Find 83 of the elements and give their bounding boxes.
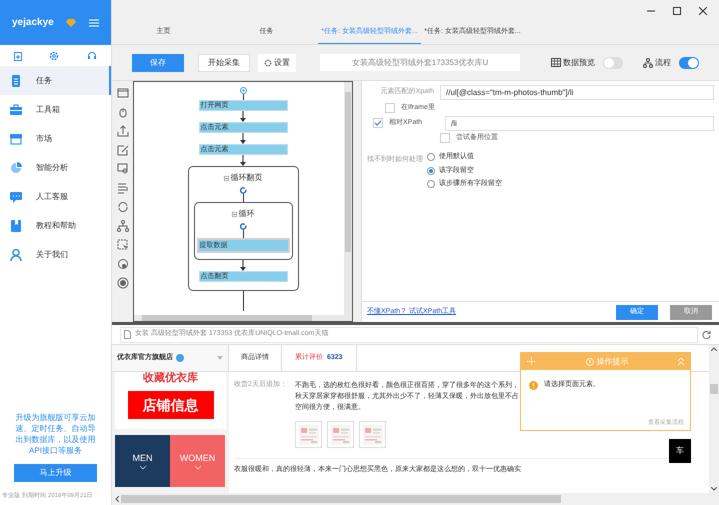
diamond-icon [66,18,76,26]
record-icon[interactable] [116,258,128,270]
nav-item[interactable]: 关于我们 [0,240,111,269]
reload-icon[interactable] [702,330,711,339]
loop-label: 循环翻页 [230,172,262,184]
browser-icon[interactable] [116,87,128,99]
badge-icon [176,354,184,362]
start-button[interactable]: 开始采集 [198,54,250,72]
cart-tab[interactable]: 车 [669,439,691,463]
radio-button[interactable] [427,166,435,175]
relative-xpath-field[interactable]: /li [445,116,714,130]
gear-icon [264,58,272,66]
menu-icon[interactable] [89,18,99,26]
chevron-icon [194,466,200,470]
checkbox[interactable] [373,118,383,128]
move-icon[interactable] [527,357,536,366]
promo-text: 升级为旗舰版可享云加速、定时任务、自动导出到数据库，以及使用API接口等服务 [14,412,96,456]
men-tile[interactable]: MEN [115,435,170,487]
preview-toggle[interactable] [603,56,623,68]
list-icon[interactable] [116,182,128,194]
loop-icon [240,187,246,194]
mouse-icon[interactable] [116,106,128,118]
gear-icon[interactable] [49,50,60,60]
connector-arrow [240,155,246,166]
connector-arrow [240,111,246,122]
storefront-icon [10,132,22,144]
warning-icon [529,380,538,390]
chevron-icon [140,466,146,470]
export-icon[interactable] [116,125,128,137]
connector-arrow [240,133,246,144]
refresh-icon[interactable] [116,201,128,213]
scrollbar-thumb[interactable] [121,495,561,503]
nav-item[interactable]: 任务 [0,66,111,95]
store-info-button[interactable]: 店铺信息 [128,391,214,419]
scrollbar-thumb[interactable] [710,384,718,394]
nav-item[interactable]: 人工客服 [0,182,111,211]
edit-icon[interactable] [116,144,128,156]
start-icon [240,87,246,94]
hierarchy-icon [643,58,653,68]
caret-icon[interactable] [217,356,223,360]
checkbox[interactable] [440,132,450,143]
info-icon [586,358,594,366]
radio-button[interactable] [427,153,435,162]
clipboard-icon[interactable] [14,50,22,60]
connector-arrow [240,260,246,271]
tip-title: 操作提示 [596,356,628,368]
scroll-up-icon[interactable] [711,347,717,351]
collapse-icon[interactable] [232,212,236,216]
select-icon[interactable] [116,239,128,251]
table-icon [551,58,561,67]
settings-button[interactable]: 设置 [258,54,296,72]
page-icon [124,330,131,339]
flow-toggle[interactable] [679,56,699,68]
document-icon [10,74,22,86]
nav-item[interactable]: 智能分析 [0,153,111,182]
hierarchy-icon[interactable] [116,220,128,232]
pie-chart-icon [10,162,22,174]
toolbox-icon [10,104,22,116]
inspect-icon[interactable] [116,163,128,175]
preview-label: 数据预览 [563,56,595,68]
person-icon [10,248,22,260]
nav-item[interactable]: 市场 [0,124,111,153]
collapse-icon[interactable] [224,176,228,180]
stop-icon[interactable] [116,277,128,289]
checkbox[interactable] [385,103,395,114]
chat-icon [10,190,22,202]
maximize-icon[interactable] [673,6,681,14]
nav-item[interactable]: 教程和帮助 [0,211,111,240]
horizontal-scrollbar[interactable] [134,315,345,321]
scroll-down-icon[interactable] [711,487,717,491]
flow-label: 流程 [655,56,671,68]
close-icon[interactable] [699,6,707,14]
loop-label: 循环 [238,208,254,220]
book-icon [10,220,22,232]
nav-item[interactable]: 工具箱 [0,95,111,124]
headset-icon[interactable] [87,50,98,60]
vertical-scrollbar[interactable] [344,82,352,321]
loop-icon [240,223,246,230]
user-name: yejackye [12,16,54,30]
task-name-field[interactable]: 女装高级轻型羽绒外套173353优衣库U [320,54,520,71]
radio-button[interactable] [427,180,435,188]
xpath-field[interactable]: //ul[@class="tm-m-photos-thumb"]/li [440,85,714,100]
scroll-left-icon[interactable] [115,496,119,502]
